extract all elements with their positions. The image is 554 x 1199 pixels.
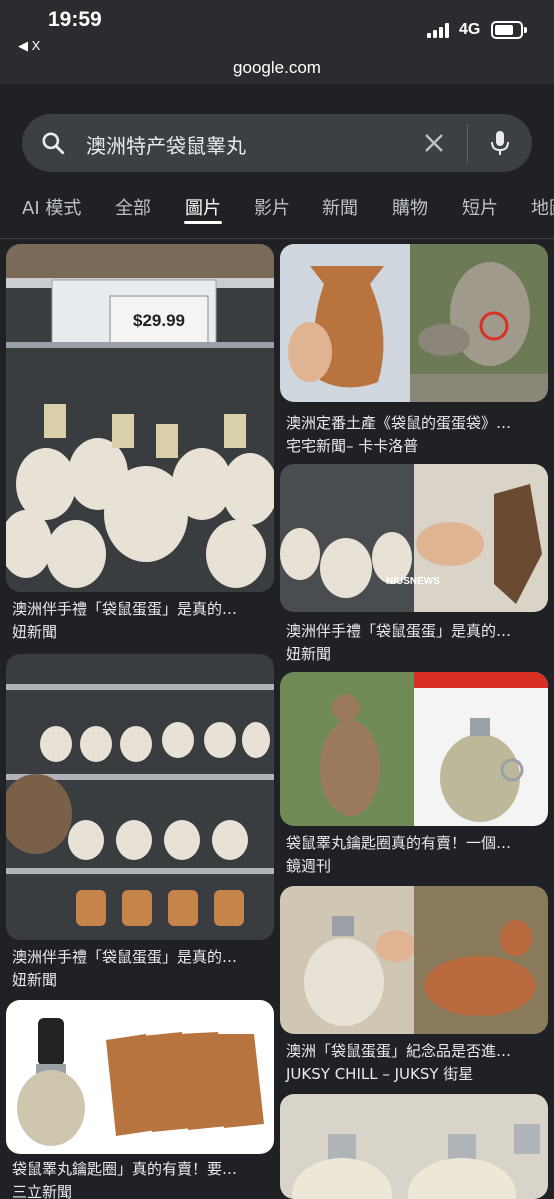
result-source: 妞新聞	[12, 971, 58, 989]
tab-shorts[interactable]: 短片	[462, 194, 498, 220]
address-url[interactable]: google.com	[0, 58, 554, 78]
back-to-app-link[interactable]: ◀ X	[18, 38, 40, 54]
result-thumbnail[interactable]	[280, 672, 548, 826]
search-icon	[42, 132, 65, 155]
image-result[interactable]	[280, 1094, 548, 1199]
signal-icon	[427, 22, 453, 38]
search-tabs: AI 模式 全部 圖片 影片 新聞 購物 短片 地圖	[0, 190, 554, 238]
image-result[interactable]: 澳洲伴手禮「袋鼠蛋蛋」是真的… 妞新聞	[6, 654, 274, 994]
result-thumbnail[interactable]: NIUSNEWS	[280, 464, 548, 612]
price-tag: $29.99	[133, 311, 185, 330]
active-tab-indicator	[184, 221, 222, 224]
tab-maps[interactable]: 地圖	[531, 194, 554, 220]
search-bar[interactable]: 澳洲特产袋鼠睾丸	[22, 114, 532, 172]
result-thumbnail[interactable]: $29.99	[6, 244, 274, 592]
battery-icon	[491, 21, 527, 39]
result-source: 妞新聞	[12, 623, 58, 641]
result-source: 鏡週刊	[286, 857, 332, 875]
image-result[interactable]: 袋鼠睪丸鑰匙圈真的有賣！一個… 鏡週刊	[280, 672, 548, 880]
tab-ai-mode[interactable]: AI 模式	[22, 194, 81, 220]
result-source: JUKSY CHILL – JUKSY 街星	[286, 1065, 474, 1083]
tab-images[interactable]: 圖片	[185, 194, 221, 220]
result-source: 宅宅新聞– 卡卡洛普	[286, 437, 419, 455]
search-input[interactable]: 澳洲特产袋鼠睾丸	[86, 130, 246, 159]
image-result[interactable]: NIUSNEWS 澳洲伴手禮「袋鼠蛋蛋」是真的… 妞新聞	[280, 464, 548, 664]
result-caption[interactable]: 袋鼠睪丸鑰匙圈」真的有賣！要…	[12, 1158, 268, 1179]
result-thumbnail[interactable]	[280, 1094, 548, 1199]
image-result[interactable]: 袋鼠睪丸鑰匙圈」真的有賣！要… 三立新聞	[6, 1000, 274, 1199]
tab-videos[interactable]: 影片	[254, 194, 290, 220]
result-source: 三立新聞	[12, 1183, 73, 1199]
network-type: 4G	[459, 21, 481, 38]
image-result[interactable]: 澳洲定番土產《袋鼠的蛋蛋袋》… 宅宅新聞– 卡卡洛普	[280, 244, 548, 456]
tabs-divider	[0, 238, 554, 239]
result-source: 妞新聞	[286, 645, 332, 663]
result-caption[interactable]: 澳洲伴手禮「袋鼠蛋蛋」是真的…	[12, 946, 268, 967]
status-time: 19:59	[48, 8, 102, 31]
tab-shopping[interactable]: 購物	[392, 194, 428, 220]
result-caption[interactable]: 澳洲伴手禮「袋鼠蛋蛋」是真的…	[12, 598, 268, 619]
result-thumbnail[interactable]	[280, 886, 548, 1034]
microphone-icon[interactable]	[488, 129, 512, 157]
status-bar: 19:59 ◀ X 4G google.com	[0, 0, 554, 84]
search-divider	[467, 124, 468, 162]
result-thumbnail[interactable]	[6, 1000, 274, 1154]
result-caption[interactable]: 澳洲「袋鼠蛋蛋」紀念品是否進…	[286, 1040, 542, 1061]
tab-all[interactable]: 全部	[115, 194, 151, 220]
close-icon[interactable]	[422, 131, 446, 155]
result-caption[interactable]: 澳洲伴手禮「袋鼠蛋蛋」是真的…	[286, 620, 542, 641]
image-result[interactable]: $29.99 澳洲伴手禮「袋鼠蛋蛋」是真的… 妞新聞	[6, 244, 274, 642]
result-thumbnail[interactable]	[280, 244, 548, 402]
result-caption[interactable]: 澳洲定番土產《袋鼠的蛋蛋袋》…	[286, 412, 542, 433]
tab-news[interactable]: 新聞	[322, 194, 358, 220]
result-thumbnail[interactable]	[6, 654, 274, 940]
result-caption[interactable]: 袋鼠睪丸鑰匙圈真的有賣！一個…	[286, 832, 542, 853]
image-result[interactable]: 澳洲「袋鼠蛋蛋」紀念品是否進… JUKSY CHILL – JUKSY 街星	[280, 886, 548, 1086]
watermark-text: NIUSNEWS	[386, 576, 440, 587]
